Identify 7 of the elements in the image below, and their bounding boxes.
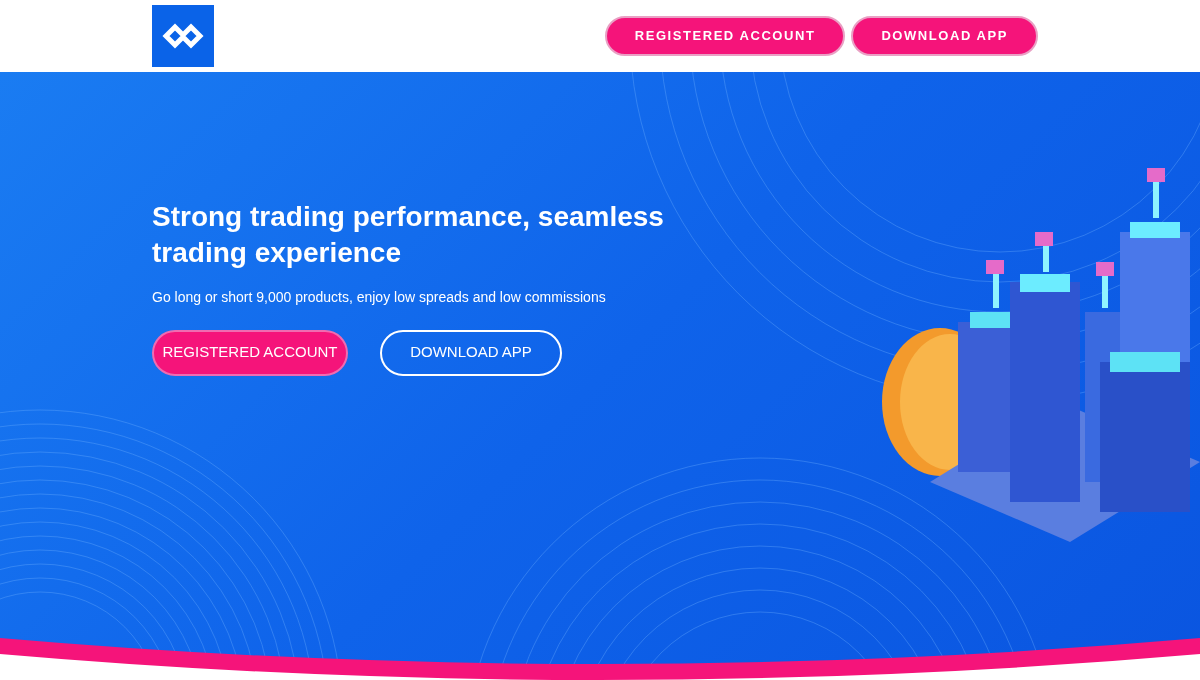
hero-subtitle: Go long or short 9,000 products, enjoy low spreads and low commissions xyxy=(152,287,607,307)
logo-icon[interactable] xyxy=(152,5,214,67)
hero-button[interactable]: DOWNLOAD APP xyxy=(380,329,562,376)
hero-title: Strong trading performance, seamless trading experience xyxy=(152,199,665,270)
header-button[interactable]: REGISTERED ACCOUNT xyxy=(604,16,846,56)
hero-button[interactable]: REGISTERED ACCOUNT xyxy=(152,329,348,376)
header-button[interactable]: DOWNLOAD APP xyxy=(851,16,1038,56)
